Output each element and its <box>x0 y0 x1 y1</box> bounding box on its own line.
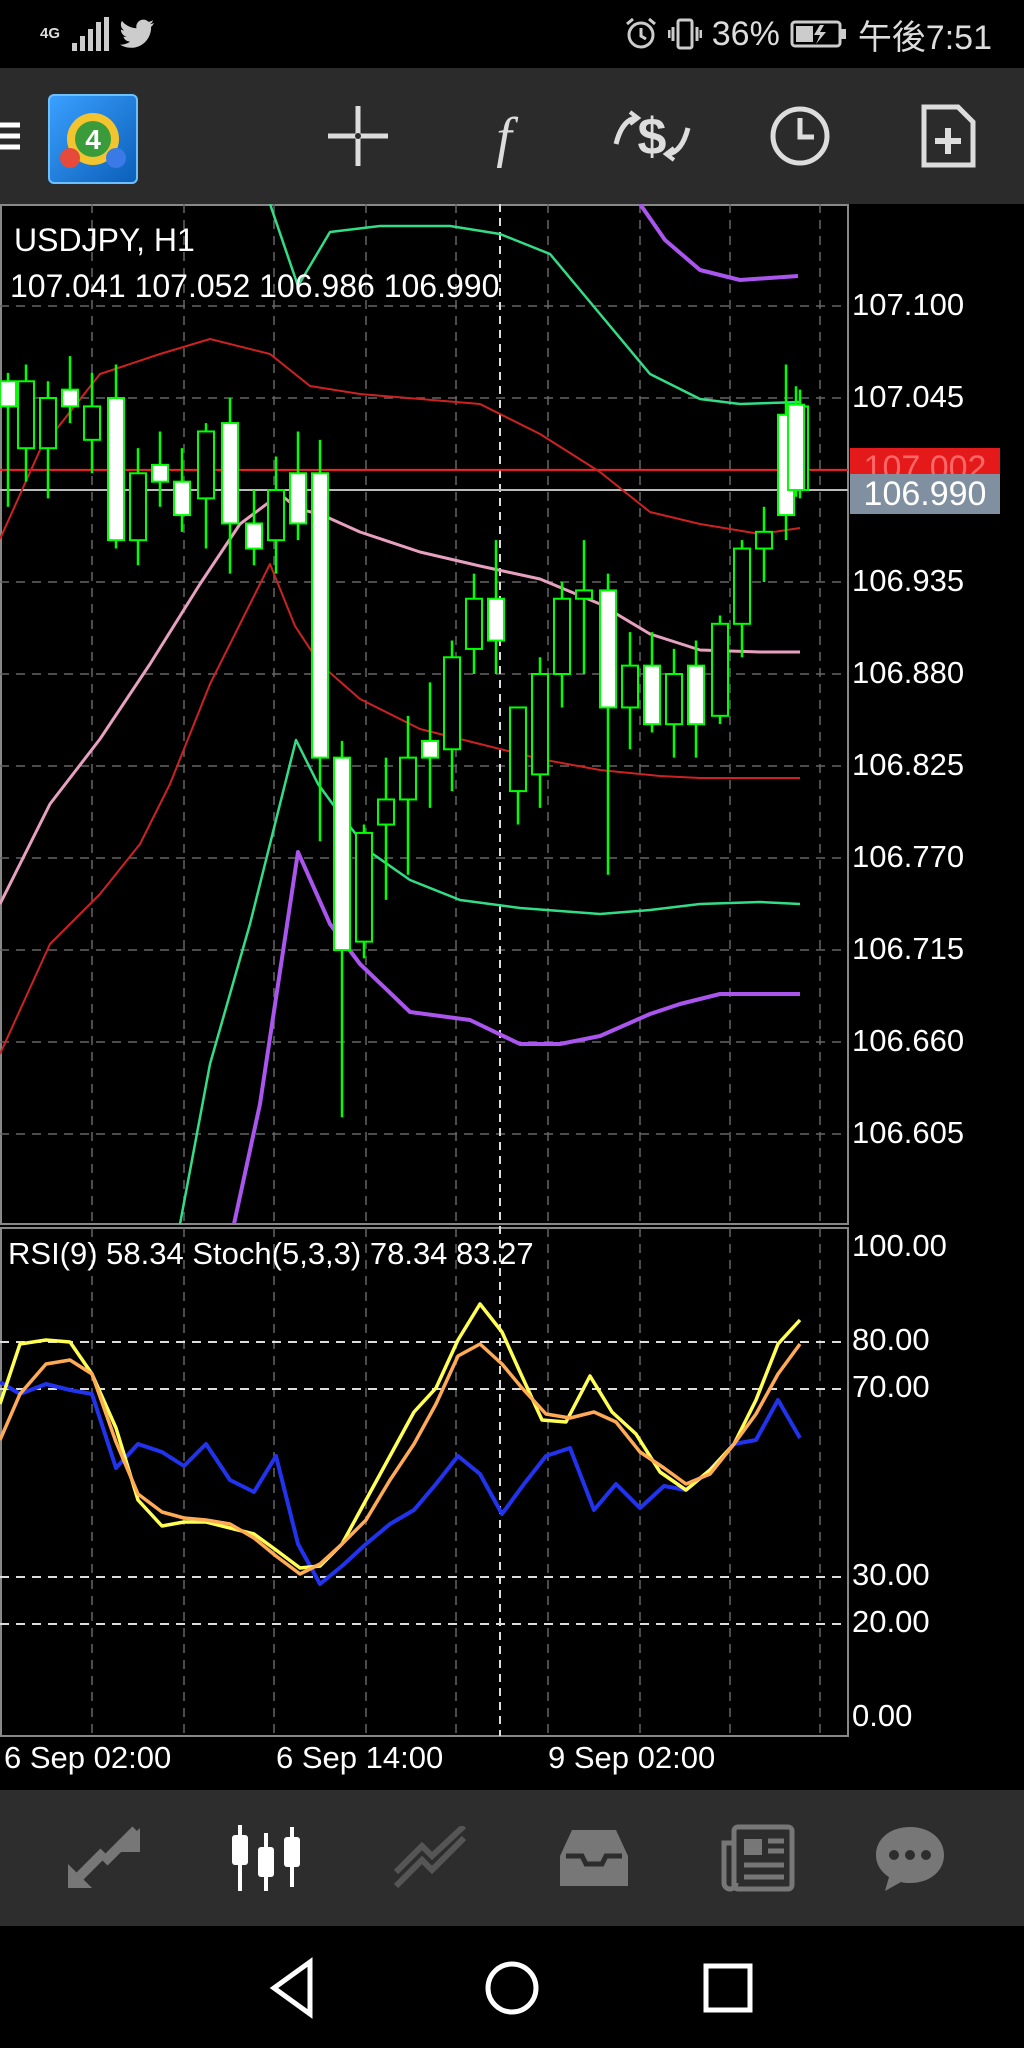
level-label: 30.00 <box>852 1557 930 1592</box>
alarm-icon <box>625 17 656 49</box>
twitter-icon <box>120 19 155 48</box>
candle-body <box>333 756 351 951</box>
network-type: 4G <box>40 25 61 42</box>
candle-body <box>665 673 683 726</box>
candle-body <box>531 673 549 776</box>
candle-body <box>61 388 79 408</box>
candle-body <box>355 831 373 943</box>
candle-body <box>733 547 751 625</box>
svg-text:4: 4 <box>85 124 101 155</box>
price-chart[interactable] <box>0 204 1024 1790</box>
battery-icon <box>790 20 846 48</box>
app-logo-icon[interactable]: 4 <box>48 94 138 184</box>
top-toolbar: 4 f $ <box>0 68 1024 204</box>
level-label: 80.00 <box>852 1322 930 1357</box>
level-label: 70.00 <box>852 1369 930 1404</box>
candle-body <box>377 798 395 826</box>
stoch-signal-line <box>0 1342 802 1576</box>
indicator-header: RSI(9) 58.34 Stoch(5,3,3) 78.34 83.27 <box>8 1236 534 1271</box>
timeframe-icon[interactable] <box>760 96 840 176</box>
candle-body <box>711 622 729 717</box>
oscillator-lines <box>0 1302 848 1625</box>
system-nav-bar <box>0 1926 1024 2048</box>
candle-body <box>399 756 417 801</box>
history-icon[interactable] <box>544 1818 644 1898</box>
candle-body <box>267 489 285 542</box>
price-label: 106.770 <box>852 839 965 874</box>
candle-body <box>245 522 263 550</box>
candle-body <box>465 597 483 650</box>
candle-body <box>755 530 773 550</box>
candle-body <box>0 380 17 408</box>
candle-body <box>83 405 101 441</box>
vibrate-icon <box>667 18 702 50</box>
level-label: 20.00 <box>852 1604 930 1639</box>
svg-text:$: $ <box>638 108 667 166</box>
candle-body <box>107 397 125 542</box>
signal-icon <box>72 17 110 51</box>
back-icon[interactable] <box>262 1956 326 2020</box>
price-label: 106.880 <box>852 655 965 690</box>
status-bar: 4G 36% 午後7:51 <box>0 0 1024 68</box>
current-price-tag: 106.990 <box>850 474 1000 514</box>
candle-body <box>151 463 169 483</box>
chart-grid <box>0 204 849 1737</box>
stoch-main-line <box>0 1302 802 1570</box>
time-label: 9 Sep 02:00 <box>548 1740 716 1775</box>
svg-text:f: f <box>496 107 519 168</box>
price-label: 106.660 <box>852 1023 965 1058</box>
indicator-panel-frame <box>0 1227 849 1737</box>
candle-body <box>621 664 639 709</box>
level-label: 100.00 <box>852 1228 947 1263</box>
chat-icon[interactable] <box>860 1818 960 1898</box>
bollinger-lower <box>178 738 801 1225</box>
trade-icon[interactable] <box>380 1818 480 1898</box>
price-label: 106.935 <box>852 563 965 598</box>
candle-body <box>787 403 805 491</box>
envelope-upper <box>638 204 799 282</box>
news-icon[interactable] <box>708 1818 808 1898</box>
trade-icon[interactable]: $ <box>612 96 692 176</box>
price-label: 107.045 <box>852 379 965 414</box>
chart-icon[interactable] <box>216 1818 316 1898</box>
candle-body <box>289 472 307 525</box>
bottom-navigation <box>0 1790 1024 1926</box>
price-label: 107.100 <box>852 287 965 322</box>
recents-icon[interactable] <box>696 1956 760 2020</box>
home-icon[interactable] <box>480 1956 544 2020</box>
candle-body <box>553 597 571 675</box>
candle-body <box>643 664 661 726</box>
symbol-label: USDJPY, H1 <box>14 222 195 258</box>
candle-body <box>197 430 215 500</box>
candle-body <box>311 472 329 759</box>
ohlc-values: 107.041 107.052 106.986 106.990 <box>10 268 500 304</box>
candle-body <box>173 480 191 517</box>
new-chart-icon[interactable] <box>908 96 988 176</box>
rsi-line <box>0 1380 802 1586</box>
price-label: 106.605 <box>852 1115 965 1150</box>
candle-body <box>599 589 617 709</box>
quotes-icon[interactable] <box>54 1818 154 1898</box>
candle-body <box>509 706 527 793</box>
price-label: 106.825 <box>852 747 965 782</box>
candle-body <box>575 589 593 600</box>
price-label: 106.715 <box>852 931 965 966</box>
candle-body <box>443 656 461 751</box>
time-label: 6 Sep 02:00 <box>4 1740 172 1775</box>
bollinger-red-lower <box>0 563 800 1055</box>
crosshair-icon[interactable] <box>318 96 398 176</box>
battery-percent: 36% <box>711 14 780 53</box>
candle-body <box>17 380 35 450</box>
candle-body <box>421 739 439 759</box>
candle-body <box>221 422 239 525</box>
menu-icon[interactable] <box>0 96 38 176</box>
level-label: 0.00 <box>852 1698 913 1733</box>
clock: 午後7:51 <box>857 18 992 57</box>
candle-body <box>487 597 505 642</box>
time-label: 6 Sep 14:00 <box>276 1740 444 1775</box>
candle-body <box>129 472 147 542</box>
candle-body <box>687 664 705 726</box>
candle-body <box>39 397 57 450</box>
function-icon[interactable]: f <box>464 96 544 176</box>
